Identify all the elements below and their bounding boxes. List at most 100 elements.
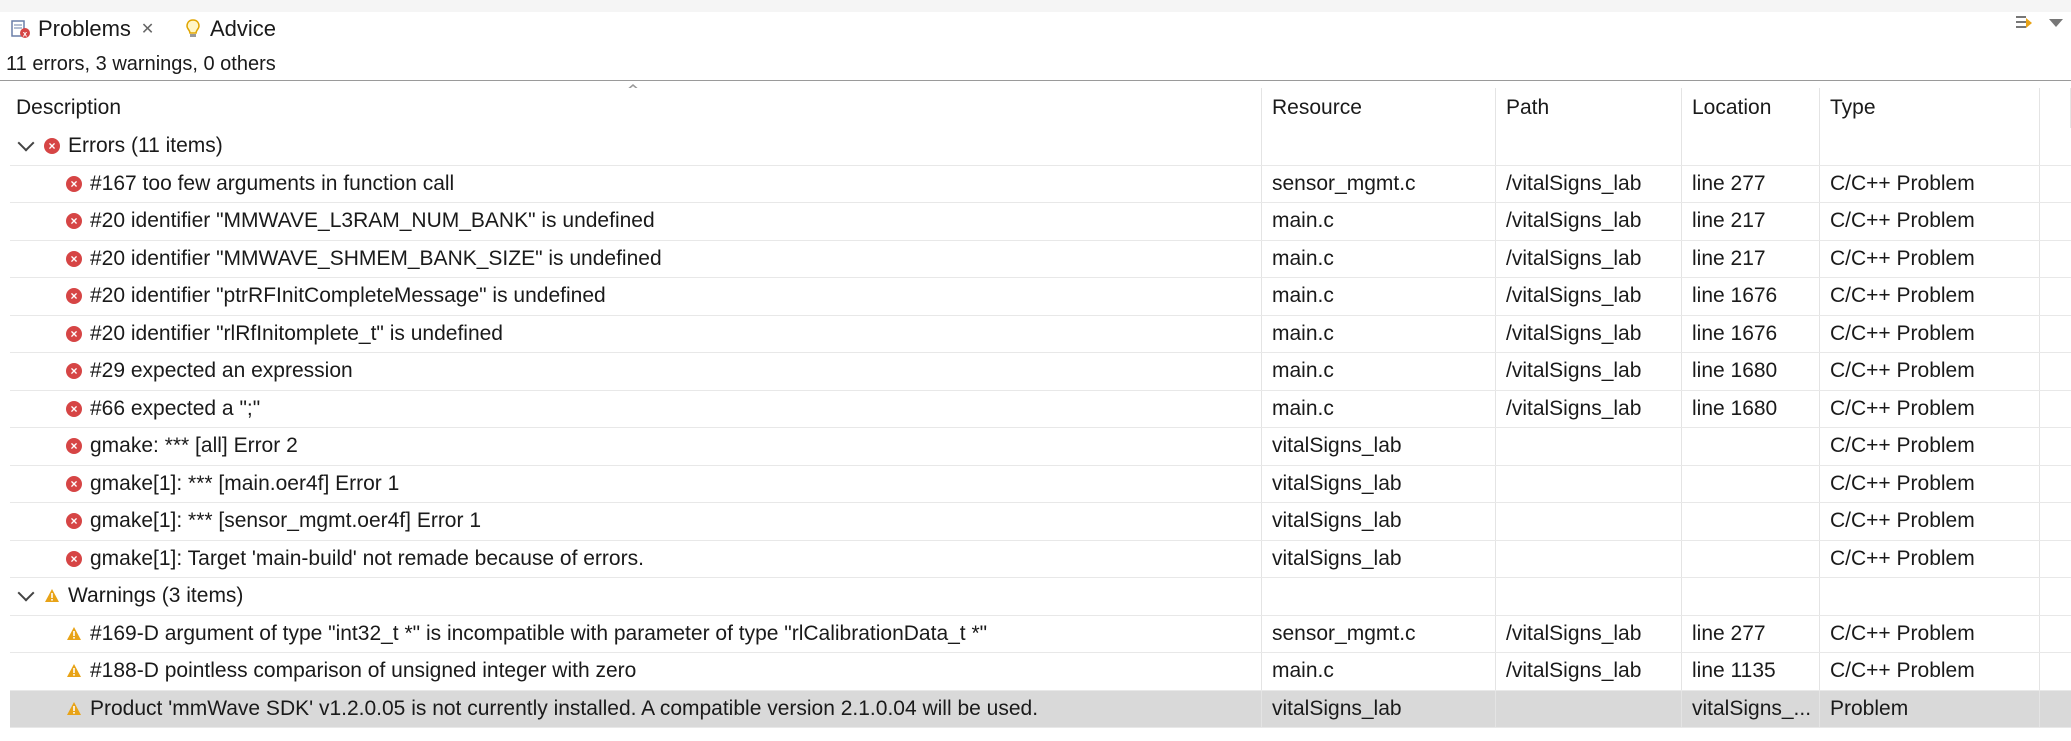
- table-row[interactable]: × #20 identifier "rlRfInitomplete_t" is u…: [10, 315, 2071, 353]
- filler-cell: [2040, 391, 2071, 428]
- table-row[interactable]: #169-D argument of type "int32_t *" is i…: [10, 615, 2071, 653]
- type-cell: C/C++ Problem: [1820, 390, 2040, 427]
- tab-advice[interactable]: Advice: [182, 12, 276, 46]
- location-cell: line 217: [1682, 203, 1820, 240]
- table-row[interactable]: × #20 identifier "MMWAVE_SHMEM_BANK_SIZE"…: [10, 240, 2071, 278]
- empty-cell: [1820, 578, 2040, 615]
- resource-cell: main.c: [1262, 203, 1496, 240]
- filler-cell: [2040, 503, 2071, 540]
- description-cell: #169-D argument of type "int32_t *" is i…: [10, 615, 1262, 652]
- type-cell: C/C++ Problem: [1820, 278, 2040, 315]
- location-cell: [1682, 540, 1820, 577]
- error-icon: ×: [66, 475, 82, 492]
- group-label: Warnings (3 items): [68, 584, 244, 608]
- path-cell: /vitalSigns_lab: [1496, 278, 1682, 315]
- column-header-resource[interactable]: Resource: [1262, 88, 1496, 128]
- tab-problems[interactable]: x Problems ✕: [10, 12, 154, 46]
- filler-cell: [2040, 653, 2071, 690]
- column-header-type[interactable]: Type: [1820, 88, 2040, 128]
- view-tab-bar: x Problems ✕ Advice: [0, 12, 2071, 46]
- column-header-filler: [2040, 88, 2071, 128]
- type-cell: Problem: [1820, 690, 2040, 727]
- table-row[interactable]: × gmake[1]: *** [main.oer4f] Error 1 vital…: [10, 465, 2071, 503]
- location-cell: line 277: [1682, 165, 1820, 202]
- problems-icon: x: [11, 20, 30, 39]
- resource-cell: sensor_mgmt.c: [1262, 165, 1496, 202]
- path-cell: [1496, 465, 1682, 502]
- description-text: gmake[1]: Target 'main-build' not remade…: [90, 546, 644, 570]
- problems-summary: 11 errors, 3 warnings, 0 others: [6, 53, 276, 75]
- table-row[interactable]: × gmake[1]: *** [sensor_mgmt.oer4f] Error…: [10, 503, 2071, 541]
- type-cell: C/C++ Problem: [1820, 503, 2040, 540]
- description-text: #167 too few arguments in function call: [90, 171, 455, 195]
- table-body: × Errors (11 items) × #167 too few argument…: [10, 128, 2071, 728]
- problems-table: Description Resource Path Location Type …: [10, 88, 2071, 728]
- path-cell: /vitalSigns_lab: [1496, 615, 1682, 652]
- table-row[interactable]: × #20 identifier "MMWAVE_L3RAM_NUM_BANK" …: [10, 203, 2071, 241]
- description-text: #20 identifier "rlRfInitomplete_t" is un…: [90, 321, 503, 345]
- description-text: #188-D pointless comparison of unsigned …: [90, 659, 637, 683]
- type-cell: C/C++ Problem: [1820, 540, 2040, 577]
- location-cell: line 1135: [1682, 653, 1820, 690]
- description-text: #169-D argument of type "int32_t *" is i…: [90, 621, 988, 645]
- description-cell: × gmake[1]: Target 'main-build' not remad…: [10, 540, 1262, 577]
- table-row[interactable]: × gmake: *** [all] Error 2 vitalSigns_lab C…: [10, 428, 2071, 466]
- description-text: #66 expected a ";": [90, 396, 261, 420]
- table-row[interactable]: × #20 identifier "ptrRFInitCompleteMessag…: [10, 278, 2071, 316]
- resource-cell: sensor_mgmt.c: [1262, 615, 1496, 652]
- empty-cell: [1496, 128, 1682, 165]
- description-text: #20 identifier "MMWAVE_L3RAM_NUM_BANK" i…: [90, 209, 655, 233]
- filler-cell: [2040, 428, 2071, 465]
- description-cell: × gmake[1]: *** [sensor_mgmt.oer4f] Error…: [10, 503, 1262, 540]
- table-row[interactable]: × #29 expected an expression main.c/vitalS…: [10, 353, 2071, 391]
- filler-cell: [2040, 616, 2071, 653]
- description-cell: × #66 expected a ";": [10, 390, 1262, 427]
- description-cell: × gmake: *** [all] Error 2: [10, 428, 1262, 465]
- description-cell: × gmake[1]: *** [main.oer4f] Error 1: [10, 465, 1262, 502]
- description-text: gmake[1]: *** [sensor_mgmt.oer4f] Error …: [90, 509, 481, 533]
- description-cell: × #20 identifier "ptrRFInitCompleteMessag…: [10, 278, 1262, 315]
- description-text: #29 expected an expression: [90, 359, 353, 383]
- close-icon[interactable]: ✕: [141, 19, 154, 39]
- column-header-path[interactable]: Path: [1496, 88, 1682, 128]
- table-row[interactable]: Product 'mmWave SDK' v1.2.0.05 is not cu…: [10, 690, 2071, 728]
- focus-on-active-task-icon[interactable]: [2013, 12, 2035, 34]
- table-row[interactable]: × #66 expected a ";" main.c/vitalSigns_lab…: [10, 390, 2071, 428]
- table-row[interactable]: × gmake[1]: Target 'main-build' not remad…: [10, 540, 2071, 578]
- chevron-down-icon[interactable]: [17, 134, 35, 152]
- column-header-location[interactable]: Location: [1682, 88, 1820, 128]
- filler-cell: [2040, 241, 2071, 278]
- resource-cell: main.c: [1262, 390, 1496, 427]
- group-row[interactable]: × Errors (11 items): [10, 128, 2071, 166]
- group-row[interactable]: Warnings (3 items): [10, 578, 2071, 616]
- empty-cell: [2040, 578, 2071, 615]
- location-cell: line 1680: [1682, 353, 1820, 390]
- error-icon: ×: [66, 363, 82, 380]
- resource-cell: main.c: [1262, 353, 1496, 390]
- table-row[interactable]: × #167 too few arguments in function call…: [10, 165, 2071, 203]
- location-cell: line 217: [1682, 240, 1820, 277]
- resource-cell: main.c: [1262, 315, 1496, 352]
- resource-cell: vitalSigns_lab: [1262, 503, 1496, 540]
- location-cell: vitalSigns_...: [1682, 690, 1820, 727]
- filler-cell: [2040, 166, 2071, 203]
- location-cell: [1682, 428, 1820, 465]
- column-header-description[interactable]: Description: [10, 88, 1262, 128]
- error-icon: ×: [66, 213, 82, 230]
- group-cell: × Errors (11 items): [10, 128, 1262, 165]
- location-cell: line 1676: [1682, 315, 1820, 352]
- description-cell: × #167 too few arguments in function call: [10, 165, 1262, 202]
- chevron-down-icon[interactable]: [17, 584, 35, 602]
- tab-advice-label: Advice: [210, 16, 277, 41]
- error-icon: ×: [66, 438, 82, 455]
- description-text: #20 identifier "ptrRFInitCompleteMessage…: [90, 284, 606, 308]
- path-cell: /vitalSigns_lab: [1496, 315, 1682, 352]
- view-menu-chevron-down-icon[interactable]: [2049, 19, 2063, 27]
- type-cell: C/C++ Problem: [1820, 165, 2040, 202]
- error-icon: ×: [66, 325, 82, 342]
- path-cell: [1496, 428, 1682, 465]
- table-row[interactable]: #188-D pointless comparison of unsigned …: [10, 653, 2071, 691]
- description-cell: × #29 expected an expression: [10, 353, 1262, 390]
- resource-cell: vitalSigns_lab: [1262, 428, 1496, 465]
- location-cell: line 1676: [1682, 278, 1820, 315]
